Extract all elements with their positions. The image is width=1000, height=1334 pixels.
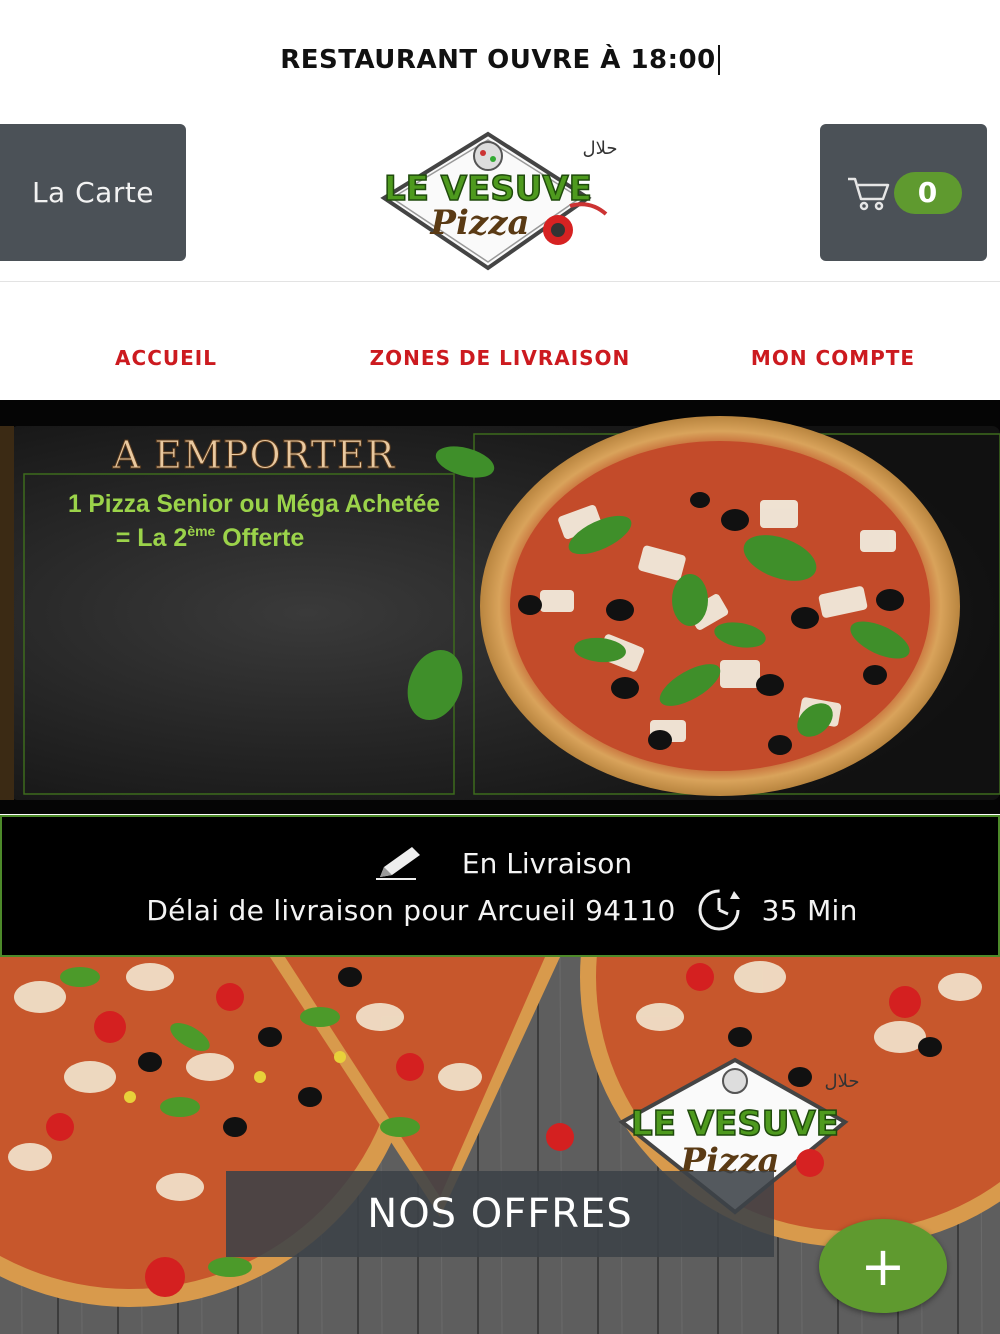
main-nav: ACCUEIL ZONES DE LIVRAISON MON COMPTE	[0, 282, 1000, 400]
opening-status-text: RESTAURANT OUVRE À 18:00	[280, 45, 720, 75]
opening-status-bar: RESTAURANT OUVRE À 18:00	[0, 0, 1000, 120]
halal-mark: حلال	[583, 138, 618, 159]
nav-zones-livraison[interactable]: ZONES DE LIVRAISON	[330, 346, 670, 370]
hero-section: LE VESUVE Pizza حلال NOS OFFRES +	[0, 957, 1000, 1334]
delivery-info-panel[interactable]: En Livraison Délai de livraison pour Arc…	[0, 815, 1000, 957]
delivery-mode-label: En Livraison	[461, 846, 633, 880]
logo-pizza-text: Pizza	[429, 203, 529, 243]
hero-halal-mark: حلال	[825, 1071, 860, 1092]
promo-banner[interactable]: A EMPORTER 1 Pizza Senior ou Méga Acheté…	[0, 400, 1000, 814]
clock-icon	[686, 885, 752, 935]
header: La Carte LE VESUVE Pizza حلال 0	[0, 122, 1000, 282]
nos-offres-button[interactable]: NOS OFFRES	[226, 1171, 774, 1257]
page: RESTAURANT OUVRE À 18:00 La Carte LE VES…	[0, 0, 1000, 1334]
cart-button[interactable]: 0	[820, 124, 987, 261]
add-fab-button[interactable]: +	[819, 1219, 947, 1313]
delivery-mode-row: En Livraison	[2, 843, 1000, 883]
banner-offer-line1: 1 Pizza Senior ou Méga Achetée	[68, 490, 440, 518]
nav-accueil[interactable]: ACCUEIL	[60, 346, 272, 370]
pencil-edit-icon[interactable]	[372, 843, 432, 883]
hero-logo-name: LE VESUVE	[631, 1104, 839, 1144]
cart-count-badge: 0	[893, 171, 962, 214]
banner-title: A EMPORTER	[112, 433, 396, 477]
cart-icon	[846, 175, 890, 211]
menu-carte-button[interactable]: La Carte	[0, 124, 186, 261]
delivery-delay-text: Délai de livraison pour Arcueil 94110	[146, 893, 676, 927]
le-vesuve-logo[interactable]: LE VESUVE Pizza حلال	[370, 126, 645, 276]
nav-mon-compte[interactable]: MON COMPTE	[720, 346, 946, 370]
delivery-delay-row: Délai de livraison pour Arcueil 94110 35…	[2, 885, 1000, 935]
delivery-time: 35 Min	[761, 893, 858, 927]
